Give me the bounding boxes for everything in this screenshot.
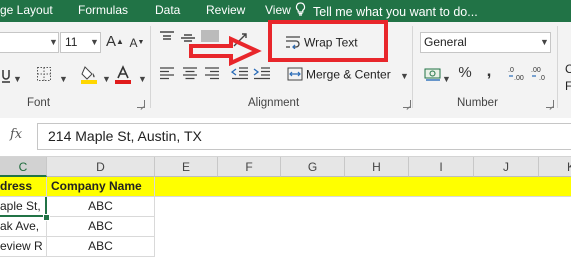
grow-font-button[interactable]: A▲ [106, 34, 124, 50]
formula-bar: fx 214 Maple St, Austin, TX [0, 118, 571, 157]
font-size-value: 11 [65, 35, 78, 49]
alignment-group-label: Alignment [248, 97, 300, 109]
align-left-icon[interactable] [159, 66, 175, 84]
function-icon[interactable]: fx [10, 127, 22, 142]
font-group-label: Font [27, 97, 51, 109]
underline-icon[interactable] [0, 68, 10, 88]
svg-text:.00: .00 [514, 75, 524, 82]
conditional-format-partial-2[interactable]: Fo [565, 79, 571, 93]
increase-indent-icon[interactable] [253, 66, 271, 84]
tab-data[interactable]: Data [155, 3, 180, 17]
decrease-indent-icon[interactable] [230, 66, 249, 84]
tab-formulas[interactable]: Formulas [78, 3, 128, 17]
column-header-f[interactable]: F [218, 157, 281, 177]
column-header-d[interactable]: D [47, 157, 155, 177]
wrap-text-highlight-box [268, 20, 388, 62]
accounting-icon[interactable] [424, 66, 442, 86]
number-dialog-launcher-icon[interactable] [546, 100, 554, 108]
company-cell[interactable]: ABC [47, 217, 155, 237]
selected-address-cell[interactable]: aple St, [0, 197, 47, 217]
column-header-j[interactable]: J [474, 157, 539, 177]
align-top-icon[interactable] [159, 30, 175, 50]
column-header-g[interactable]: G [281, 157, 345, 177]
font-dialog-launcher-icon[interactable] [137, 100, 145, 108]
borders-icon[interactable] [35, 66, 53, 86]
svg-text:.0: .0 [539, 75, 545, 82]
tell-me-text: Tell me what you want to do... [313, 5, 478, 19]
company-cell[interactable]: ABC [47, 197, 155, 217]
chevron-down-icon: ▼ [540, 37, 549, 47]
decrease-decimal-icon[interactable]: .00.0 [530, 64, 550, 86]
percent-style-button[interactable]: % [457, 65, 473, 81]
comma-style-button[interactable]: , [482, 62, 496, 79]
chevron-down-icon: ▼ [90, 37, 99, 47]
chevron-down-icon: ▼ [442, 74, 451, 84]
column-header-i[interactable]: I [409, 157, 474, 177]
lightbulb-icon [295, 2, 309, 19]
font-color-icon[interactable] [114, 65, 132, 88]
arrow-annotation-icon [189, 36, 262, 66]
merge-center-icon [287, 67, 303, 84]
ribbon-tab-bar: ge Layout Formulas Data Review View Tell… [0, 0, 571, 22]
merge-center-button[interactable]: Merge & Center ▼ [287, 67, 409, 84]
align-center-icon[interactable] [182, 66, 198, 84]
chevron-down-icon: ▼ [49, 37, 58, 47]
formula-input[interactable]: 214 Maple St, Austin, TX [37, 123, 571, 150]
column-header-k[interactable]: K [539, 157, 571, 177]
svg-text:.0: .0 [508, 67, 514, 74]
group-divider [557, 26, 558, 108]
increase-decimal-icon[interactable]: .0.00 [507, 64, 527, 86]
chevron-down-icon: ▼ [13, 74, 22, 84]
merge-center-label: Merge & Center [306, 67, 391, 82]
alignment-dialog-launcher-icon[interactable] [403, 100, 411, 108]
address-cell[interactable]: eview R [0, 237, 47, 257]
group-divider [412, 26, 413, 108]
grow-font-label: A [106, 33, 117, 50]
fill-handle[interactable] [43, 214, 50, 221]
header-cell-address[interactable]: dress [0, 177, 47, 197]
tab-review[interactable]: Review [206, 3, 245, 17]
address-cell[interactable]: ak Ave, [0, 217, 47, 237]
chevron-down-icon: ▼ [59, 74, 68, 84]
group-divider [150, 26, 151, 108]
shrink-font-label: A [129, 36, 138, 50]
chevron-down-icon: ▼ [138, 74, 147, 84]
font-size-box[interactable]: 11 ▼ [60, 32, 101, 53]
column-header-h[interactable]: H [345, 157, 409, 177]
tab-view[interactable]: View [265, 3, 291, 17]
chevron-down-icon: ▼ [102, 74, 111, 84]
shrink-font-button[interactable]: A▼ [128, 35, 146, 51]
worksheet-grid: C D E F G H I J K dress Company Name apl… [0, 157, 571, 264]
align-right-icon[interactable] [204, 66, 220, 84]
header-row-fill[interactable] [155, 177, 571, 197]
column-header-c[interactable]: C [0, 157, 47, 177]
fill-color-icon[interactable] [80, 65, 98, 88]
tab-page-layout[interactable]: ge Layout [0, 3, 53, 17]
svg-text:.00: .00 [531, 67, 541, 74]
number-format-value: General [424, 35, 467, 49]
chevron-down-icon: ▼ [400, 70, 409, 81]
column-header-e[interactable]: E [155, 157, 218, 177]
conditional-format-partial[interactable]: C [565, 62, 571, 76]
header-cell-company-name[interactable]: Company Name [47, 177, 155, 197]
tell-me-box[interactable]: Tell me what you want to do... [295, 2, 478, 19]
font-name-box[interactable]: ▼ [0, 32, 59, 53]
number-format-box[interactable]: General ▼ [420, 32, 551, 53]
company-cell[interactable]: ABC [47, 237, 155, 257]
number-group-label: Number [457, 97, 498, 109]
